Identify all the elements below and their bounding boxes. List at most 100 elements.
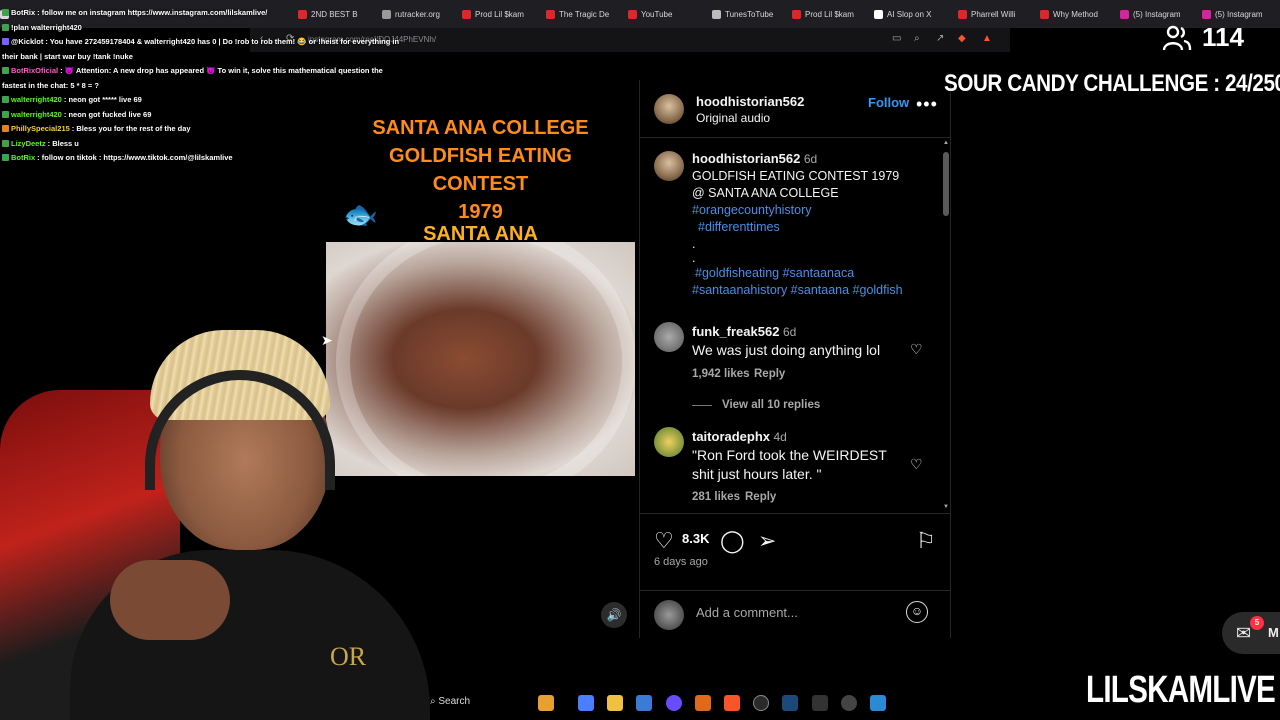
messenger-icon[interactable]: ✉ xyxy=(1236,623,1251,644)
app-icon[interactable] xyxy=(841,695,857,711)
comment-text-line: shit just hours later. " xyxy=(692,466,822,482)
avatar[interactable] xyxy=(654,427,684,457)
chat-text: their bank | start war buy !tank !nuke xyxy=(2,51,133,61)
streamer-brand: LILSKAMLIVE xyxy=(1086,669,1276,711)
more-options-icon[interactable]: ••• xyxy=(916,94,938,115)
chat-message: walterright420: neon got ***** live 69 xyxy=(2,93,422,108)
goldfish-icon: 🐟 xyxy=(343,199,378,230)
post-username[interactable]: hoodhistorian562 xyxy=(696,94,804,109)
app-icon[interactable] xyxy=(695,695,711,711)
messages-button[interactable]: ✉ 5 M xyxy=(1222,612,1280,654)
chat-text: fastest in the chat: 5 * 8 = ? xyxy=(2,80,99,90)
messages-label[interactable]: M xyxy=(1268,625,1279,640)
reply-button[interactable]: Reply xyxy=(745,491,776,503)
browser-tab[interactable]: Pharrell Willi xyxy=(958,6,1036,22)
browser-tab[interactable]: Prod Lil $kam xyxy=(462,6,540,22)
browser-tab[interactable]: (5) Instagram xyxy=(1120,6,1198,22)
avatar[interactable] xyxy=(654,94,684,124)
notepad-icon[interactable] xyxy=(870,695,886,711)
hashtag-link[interactable]: #differenttimes xyxy=(692,219,903,236)
chat-badge-icon xyxy=(2,38,9,45)
browser-tab[interactable]: YouTube xyxy=(628,6,706,22)
app-icon[interactable] xyxy=(753,695,769,711)
tab-favicon-icon xyxy=(546,9,555,19)
avatar[interactable] xyxy=(654,151,684,181)
view-replies-label[interactable]: View all 10 replies xyxy=(722,399,820,411)
file-explorer-icon[interactable] xyxy=(607,695,623,711)
steam-icon[interactable] xyxy=(782,695,798,711)
browser-tab[interactable]: AI Slop on X xyxy=(874,6,952,22)
browser-tab[interactable]: The Tragic De xyxy=(546,6,624,22)
chat-badge-icon xyxy=(2,110,9,118)
tab-favicon-icon xyxy=(874,9,883,19)
hashtag-link[interactable]: #goldfisheating #santaanaca xyxy=(692,265,903,282)
caption-text: @ SANTA ANA COLLEGE xyxy=(692,186,839,200)
chat-username[interactable]: @Kicklot xyxy=(11,37,43,46)
browser-tab[interactable]: Why Method xyxy=(1040,6,1118,22)
chat-badge-icon xyxy=(2,9,9,16)
caption-text: . xyxy=(692,251,696,265)
chat-badge-icon xyxy=(2,154,9,161)
heart-icon[interactable]: ♡ xyxy=(910,341,923,358)
post-date: 6 days ago xyxy=(654,556,708,568)
caption-username[interactable]: hoodhistorian562 xyxy=(692,151,800,166)
app-icon[interactable] xyxy=(538,695,554,711)
chat-text: neon got ***** live 69 xyxy=(68,95,142,104)
hashtag-link[interactable]: #orangecountyhistory xyxy=(692,202,903,219)
audio-label[interactable]: Original audio xyxy=(696,111,770,125)
chat-text: follow me on instagram https://www.insta… xyxy=(41,8,268,17)
discord-icon[interactable] xyxy=(666,695,682,711)
screen-icon[interactable]: ▭ xyxy=(892,33,901,44)
comment-likes[interactable]: 281 likes xyxy=(692,491,740,503)
browser-tab[interactable]: Prod Lil $kam xyxy=(792,6,870,22)
chat-message: walterright420: neon got fucked live 69 xyxy=(2,108,422,123)
brave-rewards-icon[interactable]: ▲ xyxy=(982,33,992,44)
comment-username[interactable]: taitoradephx xyxy=(692,429,770,444)
chat-username[interactable]: walterright420 xyxy=(11,95,62,104)
comment-text-line: "Ron Ford took the WEIRDEST xyxy=(692,447,887,463)
like-count[interactable]: 8.3K xyxy=(682,531,709,546)
taskbar-search-label[interactable]: Search xyxy=(438,696,470,707)
tab-label: AI Slop on X xyxy=(887,9,932,19)
comments-list[interactable]: hoodhistorian562 6d GOLDFISH EATING CONT… xyxy=(640,139,951,512)
chat-text: You have 272459178404 & walterright420 h… xyxy=(49,37,400,46)
share-icon[interactable]: ➢ xyxy=(758,528,776,554)
chat-username[interactable]: walterright420 xyxy=(11,110,62,119)
view-replies[interactable]: View all 10 replies xyxy=(692,399,820,411)
comment-icon[interactable]: ◯ xyxy=(720,528,745,554)
comment-username[interactable]: funk_freak562 xyxy=(692,324,779,339)
scroll-up-icon[interactable]: ▲ xyxy=(943,140,949,146)
comments-scrollbar[interactable]: ▲ ▼ xyxy=(942,140,950,512)
browser-tab[interactable]: TunesToTube xyxy=(712,6,790,22)
chat-username[interactable]: BotRixOficial xyxy=(11,66,58,75)
stream-chat: BotRix: follow me on instagram https://w… xyxy=(2,6,422,166)
reply-button[interactable]: Reply xyxy=(754,368,785,380)
volume-icon[interactable]: 🔊 xyxy=(601,602,627,628)
brave-icon[interactable] xyxy=(724,695,740,711)
bookmark-icon[interactable]: ⚐ xyxy=(916,528,936,554)
heart-icon[interactable]: ♡ xyxy=(910,456,923,473)
scroll-thumb[interactable] xyxy=(943,152,949,216)
chat-badge-icon xyxy=(2,139,9,147)
store-icon[interactable] xyxy=(636,695,652,711)
chat-username[interactable]: PhillySpecial215 xyxy=(11,124,70,133)
app-icon[interactable] xyxy=(578,695,594,711)
emoji-icon[interactable]: ☺ xyxy=(906,601,928,623)
brave-shield-icon[interactable]: ◆ xyxy=(958,33,966,44)
scroll-down-icon[interactable]: ▼ xyxy=(943,504,949,510)
chat-username[interactable]: BotRix xyxy=(11,8,35,17)
zoom-icon[interactable]: ⌕ xyxy=(914,33,920,44)
share-icon[interactable]: ↗ xyxy=(936,33,944,44)
avatar[interactable] xyxy=(654,322,684,352)
comment-likes[interactable]: 1,942 likes xyxy=(692,368,750,380)
add-comment-input[interactable]: Add a comment... xyxy=(696,605,798,620)
hashtag-link[interactable]: #santaanahistory #santaana #goldfish xyxy=(692,282,903,299)
chat-username[interactable]: LizyDeetz xyxy=(11,139,46,148)
browser-tab[interactable]: (5) Instagram xyxy=(1202,6,1280,22)
taskbar-search[interactable]: ⌕ Search xyxy=(430,696,470,707)
like-heart-icon[interactable]: ♡ xyxy=(654,528,674,554)
follow-button[interactable]: Follow xyxy=(868,95,909,110)
chat-message: fastest in the chat: 5 * 8 = ? xyxy=(2,79,422,94)
app-icon[interactable] xyxy=(812,695,828,711)
chat-username[interactable]: BotRix xyxy=(11,153,35,162)
